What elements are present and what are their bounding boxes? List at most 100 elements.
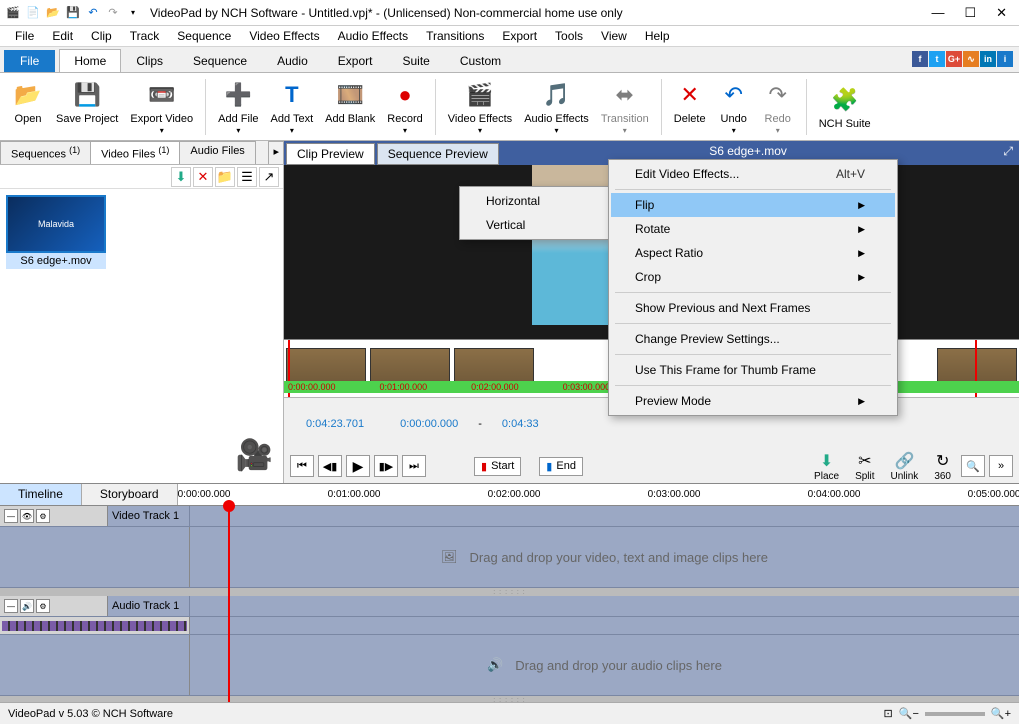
track-lock-icon[interactable]: —: [4, 599, 18, 613]
thumb-frame-item[interactable]: Use This Frame for Thumb Frame: [611, 358, 895, 382]
open-icon[interactable]: 📂: [44, 4, 62, 22]
show-frames-item[interactable]: Show Previous and Next Frames: [611, 296, 895, 320]
rotate-item[interactable]: Rotate▶: [611, 217, 895, 241]
add-text-button[interactable]: TAdd Text▾: [265, 77, 320, 137]
track-divider[interactable]: : : : : : :: [0, 588, 1019, 596]
new-icon[interactable]: 📄: [24, 4, 42, 22]
menu-audio-effects[interactable]: Audio Effects: [329, 27, 418, 45]
menu-clip[interactable]: Clip: [82, 27, 121, 45]
menu-file[interactable]: File: [6, 27, 43, 45]
ribbon-tab-home[interactable]: Home: [59, 49, 121, 72]
info-icon[interactable]: i: [997, 51, 1013, 67]
open-button[interactable]: 📂Open: [6, 77, 50, 127]
edit-video-effects-item[interactable]: Edit Video Effects...Alt+V: [611, 162, 895, 186]
bin-options-icon[interactable]: ↗: [259, 167, 279, 187]
audio-effects-button[interactable]: 🎵Audio Effects▾: [518, 77, 595, 137]
ribbon-tab-custom[interactable]: Custom: [445, 49, 516, 72]
track-visible-icon[interactable]: 👁: [20, 509, 34, 523]
zoom-fit-icon[interactable]: ⊡: [884, 707, 893, 720]
menu-edit[interactable]: Edit: [43, 27, 82, 45]
ribbon-tab-export[interactable]: Export: [323, 49, 388, 72]
menu-video-effects[interactable]: Video Effects: [240, 27, 328, 45]
maximize-button[interactable]: ☐: [964, 5, 976, 21]
minimize-button[interactable]: —: [931, 5, 944, 21]
360-button[interactable]: ↻360: [928, 449, 957, 484]
export-video-button[interactable]: 📼Export Video▾: [124, 77, 199, 137]
track-fx-icon[interactable]: ⚙: [36, 509, 50, 523]
menu-export[interactable]: Export: [493, 27, 546, 45]
storyboard-tab[interactable]: Storyboard: [82, 484, 178, 505]
clip-preview-tab[interactable]: Clip Preview: [286, 143, 375, 165]
ribbon-file-tab[interactable]: File: [4, 50, 55, 72]
zoom-in-icon[interactable]: 🔍: [961, 455, 985, 477]
add-blank-button[interactable]: 🎞️Add Blank: [319, 77, 381, 127]
play-button[interactable]: ▶: [346, 455, 370, 477]
menu-sequence[interactable]: Sequence: [168, 27, 240, 45]
transition-button[interactable]: ⬌Transition▾: [595, 77, 655, 137]
change-preview-item[interactable]: Change Preview Settings...: [611, 327, 895, 351]
clip-thumbnail[interactable]: Malavida S6 edge+.mov: [6, 195, 106, 269]
ribbon-tab-audio[interactable]: Audio: [262, 49, 323, 72]
delete-button[interactable]: ✕Delete: [668, 77, 712, 127]
set-end-button[interactable]: ▮End: [539, 457, 583, 476]
ribbon-tab-clips[interactable]: Clips: [121, 49, 178, 72]
menu-help[interactable]: Help: [636, 27, 679, 45]
more-button[interactable]: »: [989, 455, 1013, 477]
menu-view[interactable]: View: [592, 27, 636, 45]
bin-newfolder-icon[interactable]: 📁: [215, 167, 235, 187]
goto-start-button[interactable]: ⏮: [290, 455, 314, 477]
facebook-icon[interactable]: f: [912, 51, 928, 67]
bin-add-icon[interactable]: ⬇: [171, 167, 191, 187]
twitter-icon[interactable]: t: [929, 51, 945, 67]
bin-tab-video-files[interactable]: Video Files (1): [90, 141, 180, 164]
step-back-button[interactable]: ◀▮: [318, 455, 342, 477]
flip-horizontal-item[interactable]: Horizontal: [462, 189, 606, 213]
sequence-preview-tab[interactable]: Sequence Preview: [377, 143, 499, 165]
share-icon[interactable]: ∿: [963, 51, 979, 67]
split-button[interactable]: ✂Split: [849, 449, 880, 484]
bin-tab-sequences[interactable]: Sequences (1): [0, 141, 91, 164]
track-lock-icon[interactable]: —: [4, 509, 18, 523]
save-project-button[interactable]: 💾Save Project: [50, 77, 124, 127]
undo-icon[interactable]: ↶: [84, 4, 102, 22]
track-solo-icon[interactable]: ⚙: [36, 599, 50, 613]
redo-icon[interactable]: ↷: [104, 4, 122, 22]
bin-content[interactable]: Malavida S6 edge+.mov 🎥: [0, 189, 283, 483]
redo-button[interactable]: ↷Redo▾: [756, 77, 800, 137]
menu-tools[interactable]: Tools: [546, 27, 592, 45]
goto-end-button[interactable]: ⏭: [402, 455, 426, 477]
flip-item[interactable]: Flip▶: [611, 193, 895, 217]
flip-vertical-item[interactable]: Vertical: [462, 213, 606, 237]
bin-tabs-scroll[interactable]: ▸: [268, 141, 284, 164]
timeline-ruler[interactable]: 0:00:00.000 0:01:00.000 0:02:00.000 0:03…: [178, 484, 1019, 505]
audio-track-label[interactable]: Audio Track 1: [108, 596, 190, 616]
video-effects-button[interactable]: 🎬Video Effects▾: [442, 77, 518, 137]
googleplus-icon[interactable]: G+: [946, 51, 962, 67]
audio-track-body[interactable]: 🔊 Drag and drop your audio clips here: [190, 635, 1019, 695]
add-file-button[interactable]: ➕Add File▾: [212, 77, 264, 137]
menu-transitions[interactable]: Transitions: [417, 27, 493, 45]
ribbon-tab-suite[interactable]: Suite: [387, 49, 444, 72]
track-mute-icon[interactable]: 🔊: [20, 599, 34, 613]
zoom-slider[interactable]: [925, 712, 985, 716]
video-track-label[interactable]: Video Track 1: [108, 506, 190, 526]
preview-mode-item[interactable]: Preview Mode▶: [611, 389, 895, 413]
video-track-body[interactable]: 🖼 Drag and drop your video, text and ima…: [190, 527, 1019, 587]
bin-delete-icon[interactable]: ✕: [193, 167, 213, 187]
zoom-out-icon[interactable]: 🔍−: [899, 707, 919, 720]
zoom-in-icon[interactable]: 🔍+: [991, 707, 1011, 720]
undo-button[interactable]: ↶Undo▾: [712, 77, 756, 137]
bin-tab-audio-files[interactable]: Audio Files: [179, 141, 255, 164]
record-button[interactable]: ●Record▾: [381, 77, 428, 137]
linkedin-icon[interactable]: in: [980, 51, 996, 67]
place-button[interactable]: ⬇Place: [808, 449, 845, 484]
save-icon[interactable]: 💾: [64, 4, 82, 22]
unlink-button[interactable]: 🔗Unlink: [885, 449, 925, 484]
aspect-ratio-item[interactable]: Aspect Ratio▶: [611, 241, 895, 265]
close-button[interactable]: ✕: [996, 5, 1007, 21]
preview-popout-icon[interactable]: ⤢: [997, 141, 1019, 165]
menu-track[interactable]: Track: [121, 27, 169, 45]
ribbon-tab-sequence[interactable]: Sequence: [178, 49, 262, 72]
qat-dropdown-icon[interactable]: ▾: [124, 4, 142, 22]
set-start-button[interactable]: ▮Start: [474, 457, 521, 476]
